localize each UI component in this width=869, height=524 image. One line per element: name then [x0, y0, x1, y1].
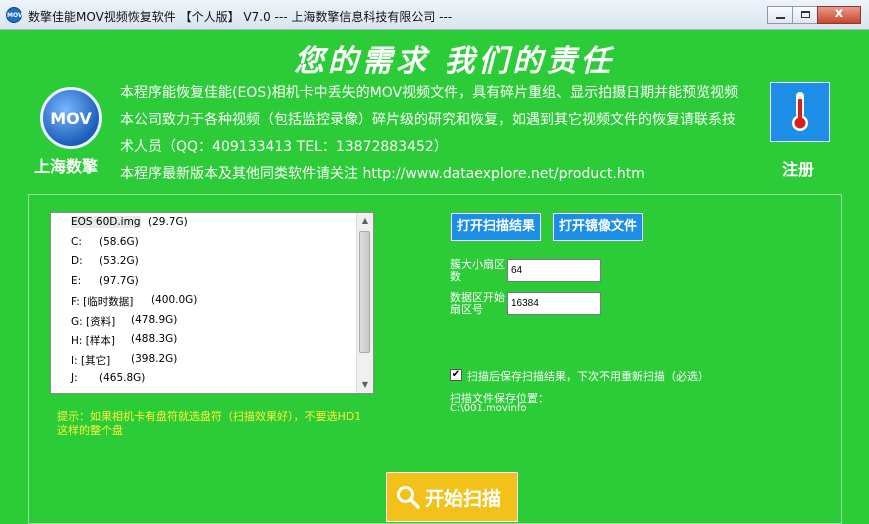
drive-size: (97.7G) — [99, 274, 139, 287]
drive-name: D: — [71, 255, 83, 267]
company-name: 上海数擎 — [34, 157, 99, 176]
mov-logo: MOV — [40, 87, 102, 149]
drive-item[interactable]: H: [样本] (488.3G) — [51, 330, 373, 350]
minimize-icon — [776, 17, 785, 19]
scroll-down-icon[interactable]: ▼ — [357, 377, 373, 393]
scrollbar[interactable]: ▲ ▼ — [356, 213, 373, 393]
drive-item[interactable]: C: (58.6G) — [51, 233, 373, 253]
slogan: 您的需求 我们的责任 — [294, 44, 615, 79]
description-line: 本公司致力于各种视频（包括监控录像）碎片级的研究和恢复，如遇到其它视频文件的恢复… — [120, 112, 736, 128]
close-button[interactable]: x — [817, 6, 861, 24]
drive-size: (398.2G) — [131, 352, 178, 365]
save-result-checkbox[interactable]: ✔ — [450, 369, 462, 381]
drive-size: (465.8G) — [99, 372, 146, 384]
thermometer-icon — [792, 92, 808, 131]
scrollbar-thumb[interactable] — [359, 231, 370, 353]
logo-text: MOV — [50, 108, 92, 128]
drive-item[interactable]: J: (465.8G) — [51, 369, 373, 389]
start-sector-input[interactable] — [507, 292, 601, 315]
description: 本程序能恢复佳能(EOS)相机卡中丢失的MOV视频文件，具有碎片重组、显示拍摄日… — [120, 80, 765, 188]
maximize-button[interactable] — [792, 6, 818, 24]
open-image-file-button[interactable]: 打开镜像文件 — [553, 213, 644, 241]
open-scan-result-button[interactable]: 打开扫描结果 — [451, 213, 542, 241]
drive-list[interactable]: EOS 60D.img (29.7G) C: (58.6G) D: (53.2G… — [50, 212, 374, 394]
save-path-value: C:\001.movinfo — [450, 403, 527, 414]
maximize-icon — [801, 11, 810, 18]
drive-size: (488.3G) — [131, 333, 178, 345]
cluster-size-input[interactable] — [507, 259, 601, 282]
description-line: 本程序能恢复佳能(EOS)相机卡中丢失的MOV视频文件，具有碎片重组、显示拍摄日… — [120, 85, 739, 101]
drive-name: E: — [71, 274, 82, 287]
description-line: 术人员（QQ：409133413 TEL：13872883452） — [120, 139, 448, 155]
register-label[interactable]: 注册 — [782, 156, 814, 180]
drive-size: (58.6G) — [99, 235, 139, 248]
drive-name: I: [其它] — [71, 354, 111, 367]
drive-item[interactable]: G: [资料] (478.9G) — [51, 311, 373, 331]
drive-name: F: [临时数据] — [71, 296, 134, 308]
window-controls: x — [767, 6, 861, 24]
window-title: 数擎佳能MOV视频恢复软件 【个人版】 V7.0 --- 上海数擎信息科技有限公… — [28, 10, 453, 24]
drive-item[interactable]: D: (53.2G) — [51, 252, 373, 272]
drive-size: (478.9G) — [131, 313, 178, 326]
close-icon: x — [834, 6, 844, 21]
drive-size: (53.2G) — [99, 255, 139, 267]
drive-item[interactable]: F: [临时数据] (400.0G) — [51, 291, 373, 311]
drive-name: C: — [71, 235, 82, 248]
drive-size: (400.0G) — [151, 294, 198, 306]
drive-item[interactable]: EOS 60D.img (29.7G) — [51, 213, 373, 233]
magnifier-icon — [397, 486, 420, 509]
drive-size: (29.7G) — [148, 216, 188, 228]
drive-item[interactable]: E: (97.7G) — [51, 272, 373, 292]
title-bar: MOV 数擎佳能MOV视频恢复软件 【个人版】 V7.0 --- 上海数擎信息科… — [0, 0, 869, 30]
drive-name: G: [资料] — [71, 315, 116, 328]
register-button[interactable] — [770, 82, 830, 142]
app-icon: MOV — [6, 7, 23, 23]
start-scan-label: 开始扫描 — [425, 487, 502, 510]
cluster-size-label: 簇大小扇区数 — [450, 258, 505, 283]
save-result-label[interactable]: 扫描后保存扫描结果，下次不用重新扫描（必选） — [467, 368, 709, 384]
minimize-button[interactable] — [767, 6, 793, 24]
product-link[interactable]: 本程序最新版本及其他同类软件请关注 http://www.dataexplore… — [120, 161, 765, 188]
drive-name: J: — [71, 372, 78, 384]
drive-name: H: [样本] — [71, 335, 115, 347]
drive-name: EOS 60D.img — [71, 216, 141, 228]
start-sector-label: 数据区开始扇区号 — [450, 291, 505, 316]
hint-text: 提示：如果相机卡有盘符就选盘符（扫描效果好），不要选HD1这样的整个盘 — [57, 410, 362, 437]
drive-item[interactable]: I: [其它] (398.2G) — [51, 350, 373, 370]
scroll-up-icon[interactable]: ▲ — [357, 213, 373, 229]
start-scan-button[interactable]: 开始扫描 — [386, 472, 518, 522]
